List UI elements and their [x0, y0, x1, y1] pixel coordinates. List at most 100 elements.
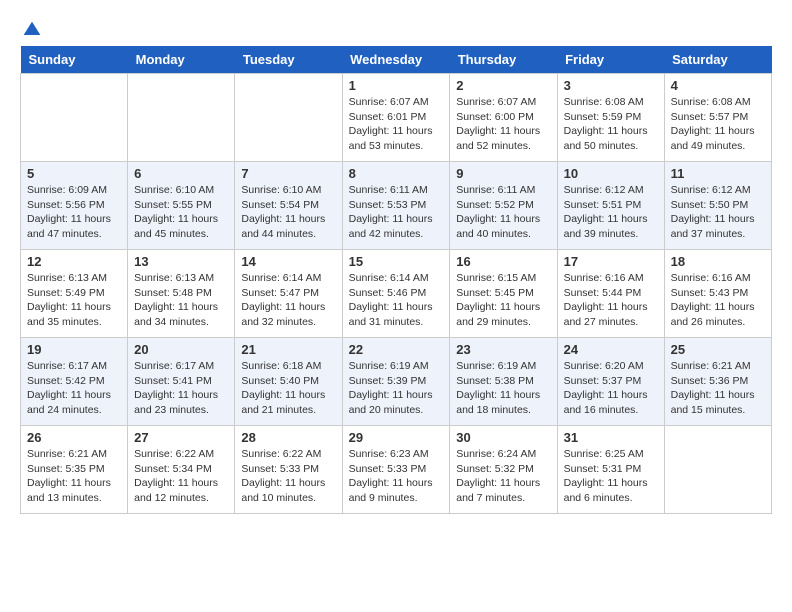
day-info: Sunrise: 6:23 AM Sunset: 5:33 PM Dayligh…: [349, 447, 444, 506]
day-info: Sunrise: 6:24 AM Sunset: 5:32 PM Dayligh…: [456, 447, 550, 506]
weekday-header: Sunday: [21, 46, 128, 74]
page-header: [20, 20, 772, 36]
day-number: 28: [241, 430, 335, 445]
day-number: 13: [134, 254, 228, 269]
weekday-header: Tuesday: [235, 46, 342, 74]
day-info: Sunrise: 6:12 AM Sunset: 5:50 PM Dayligh…: [671, 183, 765, 242]
weekday-header: Friday: [557, 46, 664, 74]
day-number: 19: [27, 342, 121, 357]
calendar-header-row: SundayMondayTuesdayWednesdayThursdayFrid…: [21, 46, 772, 74]
calendar-cell: 22 Sunrise: 6:19 AM Sunset: 5:39 PM Dayli…: [342, 338, 450, 426]
calendar-week-row: 5 Sunrise: 6:09 AM Sunset: 5:56 PM Daylig…: [21, 162, 772, 250]
calendar-cell: 28Sunrise: 6:22 AM Sunset: 5:33 PM Dayli…: [235, 426, 342, 514]
day-number: 5: [27, 166, 121, 181]
calendar-cell: 31 Sunrise: 6:25 AM Sunset: 5:31 PM Dayli…: [557, 426, 664, 514]
calendar-cell: 12Sunrise: 6:13 AM Sunset: 5:49 PM Dayli…: [21, 250, 128, 338]
calendar-cell: 4 Sunrise: 6:08 AM Sunset: 5:57 PM Daylig…: [664, 74, 771, 162]
day-info: Sunrise: 6:07 AM Sunset: 6:01 PM Dayligh…: [349, 95, 444, 154]
day-info: Sunrise: 6:10 AM Sunset: 5:54 PM Dayligh…: [241, 183, 335, 242]
calendar-week-row: 12Sunrise: 6:13 AM Sunset: 5:49 PM Dayli…: [21, 250, 772, 338]
weekday-header: Wednesday: [342, 46, 450, 74]
calendar-cell: 29 Sunrise: 6:23 AM Sunset: 5:33 PM Dayli…: [342, 426, 450, 514]
day-number: 25: [671, 342, 765, 357]
day-number: 20: [134, 342, 228, 357]
day-number: 18: [671, 254, 765, 269]
day-number: 15: [349, 254, 444, 269]
calendar-cell: 30 Sunrise: 6:24 AM Sunset: 5:32 PM Dayli…: [450, 426, 557, 514]
day-info: Sunrise: 6:19 AM Sunset: 5:38 PM Dayligh…: [456, 359, 550, 418]
day-number: 8: [349, 166, 444, 181]
weekday-header: Saturday: [664, 46, 771, 74]
calendar-cell: 19 Sunrise: 6:17 AM Sunset: 5:42 PM Dayli…: [21, 338, 128, 426]
calendar-cell: 8Sunrise: 6:11 AM Sunset: 5:53 PM Daylig…: [342, 162, 450, 250]
day-info: Sunrise: 6:14 AM Sunset: 5:47 PM Dayligh…: [241, 271, 335, 330]
day-info: Sunrise: 6:21 AM Sunset: 5:35 PM Dayligh…: [27, 447, 121, 506]
calendar-week-row: 1 Sunrise: 6:07 AM Sunset: 6:01 PM Daylig…: [21, 74, 772, 162]
day-number: 12: [27, 254, 121, 269]
calendar-cell: 13 Sunrise: 6:13 AM Sunset: 5:48 PM Dayli…: [128, 250, 235, 338]
day-info: Sunrise: 6:17 AM Sunset: 5:41 PM Dayligh…: [134, 359, 228, 418]
calendar-cell: 5 Sunrise: 6:09 AM Sunset: 5:56 PM Daylig…: [21, 162, 128, 250]
calendar-cell: 17 Sunrise: 6:16 AM Sunset: 5:44 PM Dayli…: [557, 250, 664, 338]
day-number: 29: [349, 430, 444, 445]
day-number: 11: [671, 166, 765, 181]
day-info: Sunrise: 6:11 AM Sunset: 5:52 PM Dayligh…: [456, 183, 550, 242]
calendar-cell: [21, 74, 128, 162]
day-info: Sunrise: 6:21 AM Sunset: 5:36 PM Dayligh…: [671, 359, 765, 418]
day-info: Sunrise: 6:07 AM Sunset: 6:00 PM Dayligh…: [456, 95, 550, 154]
weekday-header: Monday: [128, 46, 235, 74]
day-number: 4: [671, 78, 765, 93]
day-info: Sunrise: 6:13 AM Sunset: 5:48 PM Dayligh…: [134, 271, 228, 330]
calendar-cell: 7 Sunrise: 6:10 AM Sunset: 5:54 PM Daylig…: [235, 162, 342, 250]
day-info: Sunrise: 6:16 AM Sunset: 5:44 PM Dayligh…: [564, 271, 658, 330]
day-number: 22: [349, 342, 444, 357]
calendar-cell: 23 Sunrise: 6:19 AM Sunset: 5:38 PM Dayli…: [450, 338, 557, 426]
day-number: 17: [564, 254, 658, 269]
calendar-cell: 9 Sunrise: 6:11 AM Sunset: 5:52 PM Daylig…: [450, 162, 557, 250]
calendar-cell: 24 Sunrise: 6:20 AM Sunset: 5:37 PM Dayli…: [557, 338, 664, 426]
day-number: 6: [134, 166, 228, 181]
calendar-cell: 1 Sunrise: 6:07 AM Sunset: 6:01 PM Daylig…: [342, 74, 450, 162]
calendar-cell: 2Sunrise: 6:07 AM Sunset: 6:00 PM Daylig…: [450, 74, 557, 162]
calendar-cell: [128, 74, 235, 162]
calendar-cell: 20 Sunrise: 6:17 AM Sunset: 5:41 PM Dayli…: [128, 338, 235, 426]
logo: [20, 20, 42, 36]
calendar-cell: 11 Sunrise: 6:12 AM Sunset: 5:50 PM Dayli…: [664, 162, 771, 250]
day-info: Sunrise: 6:20 AM Sunset: 5:37 PM Dayligh…: [564, 359, 658, 418]
calendar-week-row: 26 Sunrise: 6:21 AM Sunset: 5:35 PM Dayli…: [21, 426, 772, 514]
calendar-week-row: 19 Sunrise: 6:17 AM Sunset: 5:42 PM Dayli…: [21, 338, 772, 426]
day-number: 9: [456, 166, 550, 181]
day-number: 30: [456, 430, 550, 445]
day-info: Sunrise: 6:08 AM Sunset: 5:57 PM Dayligh…: [671, 95, 765, 154]
day-number: 3: [564, 78, 658, 93]
calendar-cell: 15 Sunrise: 6:14 AM Sunset: 5:46 PM Dayli…: [342, 250, 450, 338]
calendar-cell: [664, 426, 771, 514]
day-number: 1: [349, 78, 444, 93]
day-number: 14: [241, 254, 335, 269]
day-number: 10: [564, 166, 658, 181]
day-number: 24: [564, 342, 658, 357]
day-number: 26: [27, 430, 121, 445]
logo-icon: [22, 20, 42, 40]
calendar-cell: 3 Sunrise: 6:08 AM Sunset: 5:59 PM Daylig…: [557, 74, 664, 162]
day-info: Sunrise: 6:25 AM Sunset: 5:31 PM Dayligh…: [564, 447, 658, 506]
calendar-cell: 10 Sunrise: 6:12 AM Sunset: 5:51 PM Dayli…: [557, 162, 664, 250]
day-info: Sunrise: 6:12 AM Sunset: 5:51 PM Dayligh…: [564, 183, 658, 242]
day-number: 31: [564, 430, 658, 445]
calendar-cell: 27Sunrise: 6:22 AM Sunset: 5:34 PM Dayli…: [128, 426, 235, 514]
day-info: Sunrise: 6:22 AM Sunset: 5:34 PM Dayligh…: [134, 447, 228, 506]
day-info: Sunrise: 6:14 AM Sunset: 5:46 PM Dayligh…: [349, 271, 444, 330]
day-info: Sunrise: 6:15 AM Sunset: 5:45 PM Dayligh…: [456, 271, 550, 330]
day-info: Sunrise: 6:19 AM Sunset: 5:39 PM Dayligh…: [349, 359, 444, 418]
calendar-cell: [235, 74, 342, 162]
day-number: 7: [241, 166, 335, 181]
day-info: Sunrise: 6:17 AM Sunset: 5:42 PM Dayligh…: [27, 359, 121, 418]
day-info: Sunrise: 6:10 AM Sunset: 5:55 PM Dayligh…: [134, 183, 228, 242]
day-info: Sunrise: 6:18 AM Sunset: 5:40 PM Dayligh…: [241, 359, 335, 418]
day-info: Sunrise: 6:16 AM Sunset: 5:43 PM Dayligh…: [671, 271, 765, 330]
day-info: Sunrise: 6:09 AM Sunset: 5:56 PM Dayligh…: [27, 183, 121, 242]
calendar-cell: 25 Sunrise: 6:21 AM Sunset: 5:36 PM Dayli…: [664, 338, 771, 426]
day-number: 21: [241, 342, 335, 357]
day-number: 23: [456, 342, 550, 357]
day-info: Sunrise: 6:08 AM Sunset: 5:59 PM Dayligh…: [564, 95, 658, 154]
